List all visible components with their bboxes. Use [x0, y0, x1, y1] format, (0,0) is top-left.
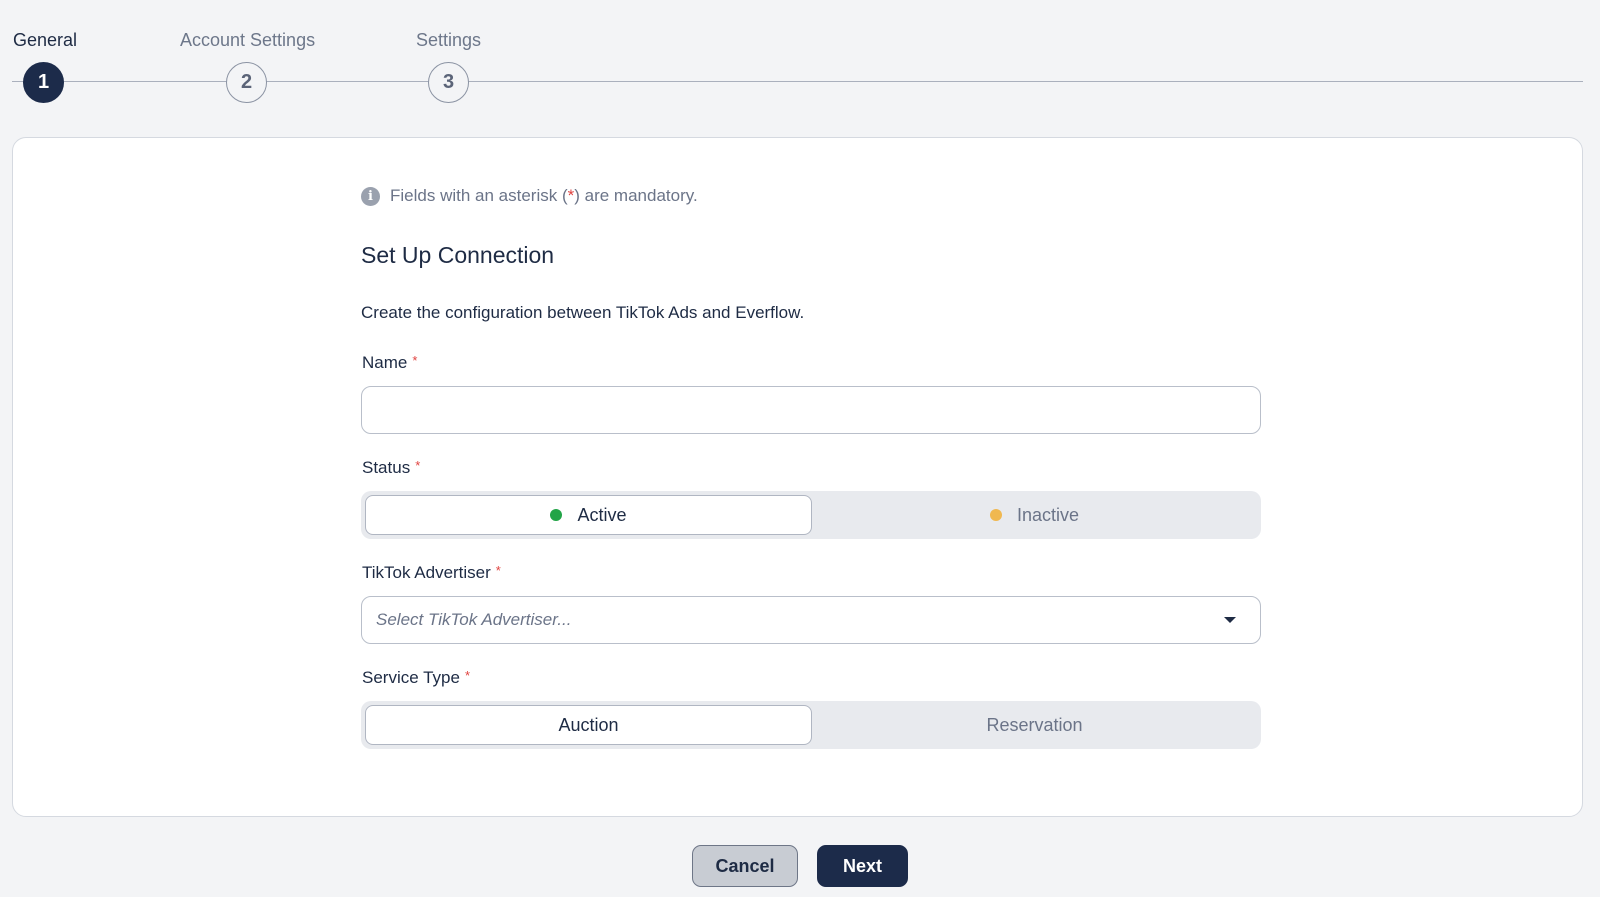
- section-description: Create the configuration between TikTok …: [361, 303, 805, 322]
- mandatory-fields-note: i Fields with an asterisk (*) are mandat…: [361, 186, 698, 206]
- cancel-button[interactable]: Cancel: [692, 845, 798, 887]
- status-option-inactive[interactable]: Inactive: [812, 495, 1257, 535]
- advertiser-label-text: TikTok Advertiser: [362, 563, 491, 582]
- name-input[interactable]: [361, 386, 1261, 434]
- step-circle-1[interactable]: 1: [23, 62, 64, 103]
- required-asterisk: *: [495, 563, 501, 578]
- section-title: Set Up Connection: [361, 242, 555, 268]
- info-text-prefix: Fields with an asterisk (: [390, 186, 568, 205]
- status-label: Status *: [362, 458, 420, 478]
- status-label-text: Status: [362, 458, 411, 477]
- step-circle-2[interactable]: 2: [226, 62, 267, 103]
- service-type-label: Service Type *: [362, 668, 470, 688]
- step-label-settings[interactable]: Settings: [416, 30, 481, 51]
- active-status-dot: [550, 509, 563, 521]
- status-option-active-label: Active: [577, 504, 627, 525]
- info-icon: i: [361, 186, 380, 206]
- advertiser-select[interactable]: Select TikTok Advertiser...: [361, 596, 1261, 644]
- info-text-suffix: ) are mandatory.: [574, 186, 698, 205]
- advertiser-label: TikTok Advertiser *: [362, 563, 501, 583]
- form-card: i Fields with an asterisk (*) are mandat…: [12, 137, 1583, 817]
- stepper: General 1 Account Settings 2 Settings 3: [0, 0, 1600, 120]
- required-asterisk: *: [412, 353, 418, 368]
- service-type-toggle: Auction Reservation: [361, 701, 1261, 749]
- step-circle-3[interactable]: 3: [428, 62, 469, 103]
- service-type-option-auction[interactable]: Auction: [365, 705, 812, 745]
- caret-down-icon: [1224, 617, 1236, 623]
- status-option-inactive-label: Inactive: [1016, 504, 1080, 525]
- inactive-status-dot: [989, 509, 1002, 521]
- name-label-text: Name: [362, 353, 408, 372]
- service-type-label-text: Service Type: [362, 668, 460, 687]
- step-label-account-settings[interactable]: Account Settings: [180, 30, 315, 51]
- required-asterisk: *: [415, 458, 421, 473]
- status-option-active[interactable]: Active: [365, 495, 812, 535]
- step-label-general[interactable]: General: [13, 30, 77, 51]
- status-toggle: Active Inactive: [361, 491, 1261, 539]
- footer-actions: Cancel Next: [0, 845, 1600, 887]
- service-type-option-reservation[interactable]: Reservation: [812, 705, 1257, 745]
- required-asterisk: *: [464, 668, 471, 683]
- next-button[interactable]: Next: [817, 845, 908, 887]
- info-asterisk: *: [567, 186, 575, 205]
- advertiser-select-placeholder: Select TikTok Advertiser...: [376, 610, 572, 629]
- name-label: Name *: [362, 353, 417, 373]
